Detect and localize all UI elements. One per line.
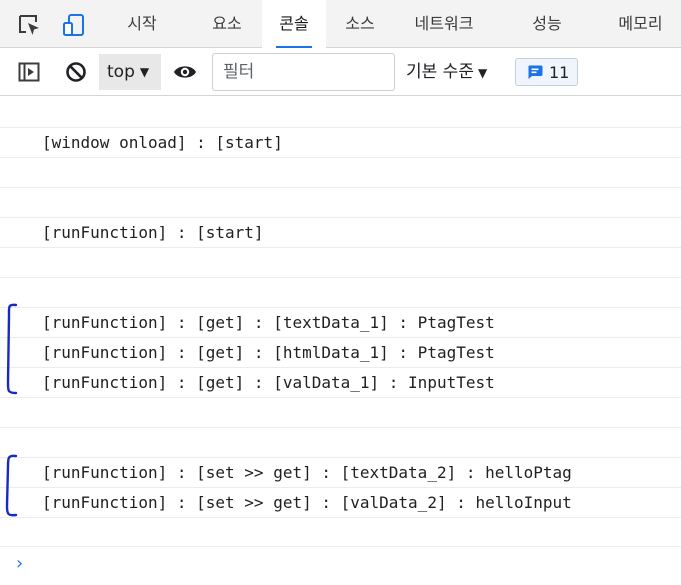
context-value: top	[107, 62, 135, 82]
prompt-divider	[0, 546, 681, 547]
console-message	[0, 277, 681, 307]
dropdown-arrow-icon: ▼	[477, 66, 488, 80]
console-message	[0, 517, 681, 547]
inspect-element-icon[interactable]	[14, 10, 44, 40]
console-message	[0, 247, 681, 277]
log-level-label: 기본 수준	[406, 62, 474, 82]
console-message: [runFunction] : [get] : [textData_1] : P…	[0, 307, 681, 337]
device-toolbar-icon[interactable]	[58, 10, 88, 40]
console-message: [runFunction] : [get] : [valData_1] : In…	[0, 367, 681, 397]
console-toolbar: top ▼ 기본 수준▼ 11	[0, 48, 681, 96]
console-message: [runFunction] : [set >> get] : [textData…	[0, 457, 681, 487]
annotation-bracket	[6, 303, 18, 395]
console-message: [runFunction] : [get] : [htmlData_1] : P…	[0, 337, 681, 367]
tab-sources[interactable]: 소스	[326, 0, 394, 48]
log-level-selector[interactable]: 기본 수준 ▼	[406, 54, 487, 90]
eye-icon[interactable]	[170, 57, 200, 87]
dropdown-arrow-icon: ▼	[139, 65, 150, 79]
message-count: 11	[549, 62, 570, 82]
annotation-bracket	[5, 454, 18, 517]
sidebar-toggle-icon[interactable]	[14, 57, 44, 87]
console-message: [window onload] : [start]	[0, 127, 681, 157]
message-icon	[528, 65, 543, 79]
filter-input[interactable]	[212, 53, 395, 91]
console-message	[0, 157, 681, 187]
console-output: [window onload] : [start] [runFunction] …	[0, 97, 681, 585]
console-message: [runFunction] : [set >> get] : [valData_…	[0, 487, 681, 517]
console-message	[0, 427, 681, 457]
context-selector[interactable]: top ▼	[99, 54, 161, 90]
tab-start[interactable]: 시작	[108, 0, 176, 48]
devtools-tab-bar: 시작 요소 콘솔 소스 네트워크 성능 메모리	[0, 0, 681, 48]
chevron-right-icon[interactable]: ›	[16, 553, 23, 574]
tab-console[interactable]: 콘솔	[262, 0, 326, 48]
tab-elements[interactable]: 요소	[193, 0, 261, 48]
console-message	[0, 97, 681, 127]
tab-performance[interactable]: 성능	[512, 0, 582, 48]
tab-memory[interactable]: 메모리	[600, 0, 681, 48]
tab-network[interactable]: 네트워크	[394, 0, 494, 48]
message-count-badge[interactable]: 11	[515, 58, 578, 86]
console-message	[0, 187, 681, 217]
console-message: [runFunction] : [start]	[0, 217, 681, 247]
console-message	[0, 397, 681, 427]
clear-console-icon[interactable]	[61, 57, 91, 87]
